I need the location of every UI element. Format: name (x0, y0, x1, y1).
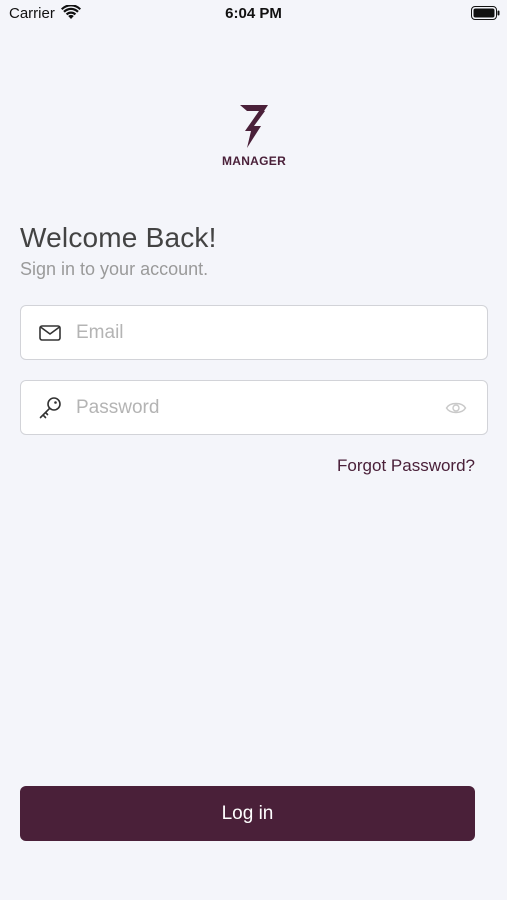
lightning-icon (240, 105, 268, 148)
status-bar: Carrier 6:04 PM (0, 0, 507, 28)
page-subtitle: Sign in to your account. (20, 259, 209, 279)
email-input[interactable] (76, 306, 446, 359)
login-button[interactable]: Log in (20, 786, 475, 841)
password-field[interactable] (20, 380, 488, 435)
status-time: 6:04 PM (225, 5, 282, 22)
password-input[interactable] (76, 381, 446, 434)
battery-icon (471, 6, 500, 20)
app-logo: MANAGER (213, 102, 295, 172)
forgot-password-link[interactable]: Forgot Password? (337, 456, 475, 476)
eye-icon[interactable] (445, 399, 467, 417)
email-field[interactable] (20, 305, 488, 360)
key-icon (39, 397, 61, 419)
logo-text: MANAGER (221, 154, 287, 168)
page-title: Welcome Back! (20, 222, 217, 253)
login-screen: Carrier 6:04 PM MANAGER Welcome Back! Si… (0, 0, 507, 900)
mail-icon (39, 325, 61, 341)
